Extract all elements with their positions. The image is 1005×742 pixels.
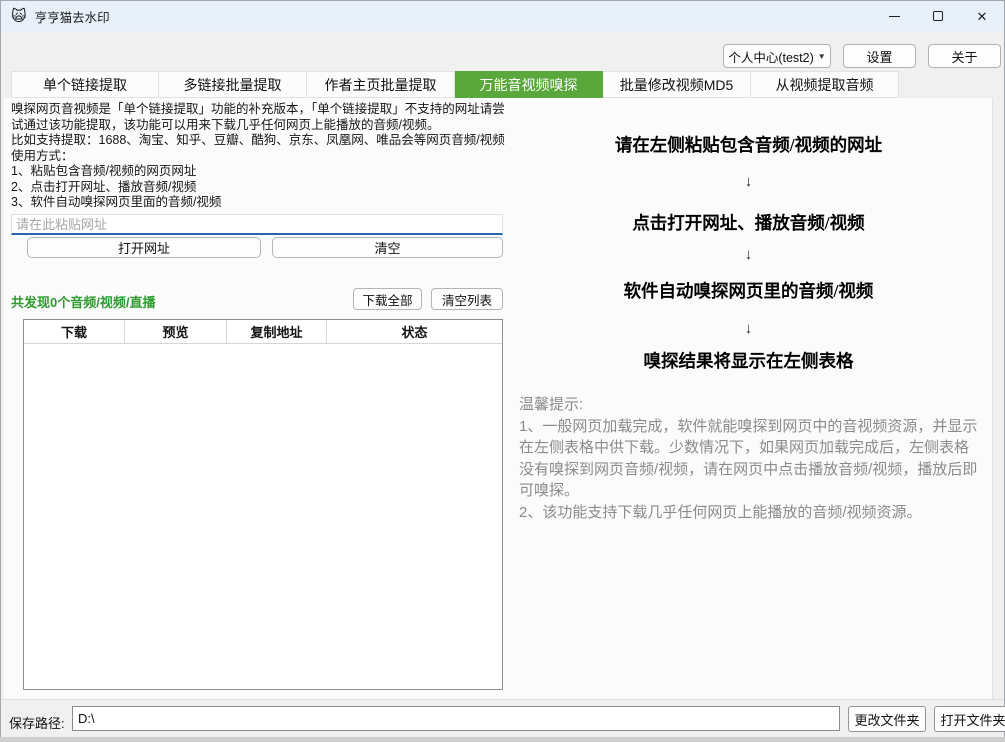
clear-list-button[interactable]: 清空列表 [431, 288, 503, 310]
download-all-button[interactable]: 下载全部 [353, 288, 422, 310]
table-header-row: 下载 预览 复制地址 状态 [24, 320, 502, 344]
tab-universal-av-sniffer[interactable]: 万能音视频嗅探 [455, 71, 603, 98]
description-paragraph: 3、软件自动嗅探网页里面的音频/视频 [11, 195, 507, 211]
open-url-button-label: 打开网址 [118, 238, 170, 257]
table-header-preview: 预览 [125, 320, 227, 343]
sniff-results-table: 下载 预览 复制地址 状态 [23, 319, 503, 690]
tips-item: 2、该功能支持下载几乎任何网页上能播放的音频/视频资源。 [519, 502, 983, 524]
window-title: 亨亨猫去水印 [35, 7, 110, 26]
description-paragraph: 1、粘贴包含音频/视频的网页网址 [11, 164, 507, 180]
title-bar: 🙀 亨亨猫去水印 ✕ [1, 1, 1004, 31]
desktop-strip [0, 737, 1005, 742]
app-cat-icon: 🙀 [11, 9, 27, 24]
bottom-bar: 保存路径: 更改文件夹 打开文件夹 [1, 699, 1004, 737]
tab-bar: 单个链接提取 多链接批量提取 作者主页批量提取 万能音视频嗅探 批量修改视频MD… [11, 71, 899, 98]
description-paragraph: 2、点击打开网址、播放音频/视频 [11, 180, 507, 196]
minimize-icon [889, 16, 900, 17]
maximize-button[interactable] [916, 1, 960, 31]
table-header-status: 状态 [327, 320, 502, 343]
step-paste-url: 请在左侧粘贴包含音频/视频的网址 [506, 132, 991, 157]
step-auto-sniff: 软件自动嗅探网页里的音频/视频 [506, 278, 991, 303]
open-url-button[interactable]: 打开网址 [27, 237, 261, 258]
tips-title: 温馨提示: [519, 394, 983, 416]
open-folder-button[interactable]: 打开文件夹 [934, 706, 1005, 732]
account-menu-label: 个人中心(test2) [728, 47, 813, 66]
step-results-shown: 嗅探结果将显示在左侧表格 [506, 348, 991, 373]
arrow-down-icon: ↓ [506, 320, 991, 337]
save-path-label: 保存路径: [9, 713, 65, 732]
app-window: 🙀 亨亨猫去水印 ✕ 个人中心(test2) ▼ 设置 关于 单个链接提取 多链… [0, 0, 1005, 737]
save-path-input[interactable] [72, 706, 840, 731]
about-button[interactable]: 关于 [928, 44, 1001, 68]
tab-single-link-extract[interactable]: 单个链接提取 [11, 71, 159, 98]
maximize-icon [933, 11, 943, 21]
tab-batch-modify-video-md5[interactable]: 批量修改视频MD5 [603, 71, 751, 98]
found-count-status: 共发现0个音频/视频/直播 [11, 292, 155, 311]
tips-block: 温馨提示: 1、一般网页加载完成，软件就能嗅探到网页中的音视频资源，并显示在左侧… [519, 394, 983, 523]
about-button-label: 关于 [951, 47, 977, 66]
open-folder-button-label: 打开文件夹 [940, 710, 1005, 729]
download-all-button-label: 下载全部 [362, 290, 412, 309]
change-folder-button[interactable]: 更改文件夹 [848, 706, 926, 732]
close-icon: ✕ [977, 10, 988, 23]
description-paragraph: 嗅探网页音视频是「单个链接提取」功能的补充版本，「单个链接提取」不支持的网址请尝… [11, 102, 507, 133]
arrow-down-icon: ↓ [506, 246, 991, 263]
description-paragraph: 使用方式： [11, 149, 507, 165]
scrollbar[interactable] [992, 98, 1003, 699]
clear-list-button-label: 清空列表 [442, 290, 492, 309]
clear-url-button-label: 清空 [374, 238, 400, 257]
settings-button[interactable]: 设置 [843, 44, 916, 68]
description-paragraph: 比如支持提取：1688、淘宝、知乎、豆瓣、酷狗、京东、凤凰网、唯品会等网页音频/… [11, 133, 507, 149]
url-input[interactable] [11, 214, 503, 235]
clear-url-button[interactable]: 清空 [272, 237, 503, 258]
arrow-down-icon: ↓ [506, 173, 991, 190]
feature-description: 嗅探网页音视频是「单个链接提取」功能的补充版本，「单个链接提取」不支持的网址请尝… [11, 102, 507, 211]
tips-item: 1、一般网页加载完成，软件就能嗅探到网页中的音视频资源，并显示在左侧表格中供下载… [519, 416, 983, 502]
table-header-download: 下载 [24, 320, 125, 343]
change-folder-button-label: 更改文件夹 [854, 710, 919, 729]
close-button[interactable]: ✕ [960, 1, 1004, 31]
tab-extract-audio-from-video[interactable]: 从视频提取音频 [751, 71, 899, 98]
window-controls: ✕ [872, 1, 1004, 31]
account-menu-button[interactable]: 个人中心(test2) ▼ [723, 44, 831, 68]
chevron-down-icon: ▼ [818, 52, 826, 61]
tab-author-homepage-batch-extract[interactable]: 作者主页批量提取 [307, 71, 455, 98]
step-open-and-play: 点击打开网址、播放音频/视频 [506, 210, 991, 235]
tab-multi-link-batch-extract[interactable]: 多链接批量提取 [159, 71, 307, 98]
settings-button-label: 设置 [866, 47, 892, 66]
minimize-button[interactable] [872, 1, 916, 31]
table-header-copy-address: 复制地址 [227, 320, 327, 343]
